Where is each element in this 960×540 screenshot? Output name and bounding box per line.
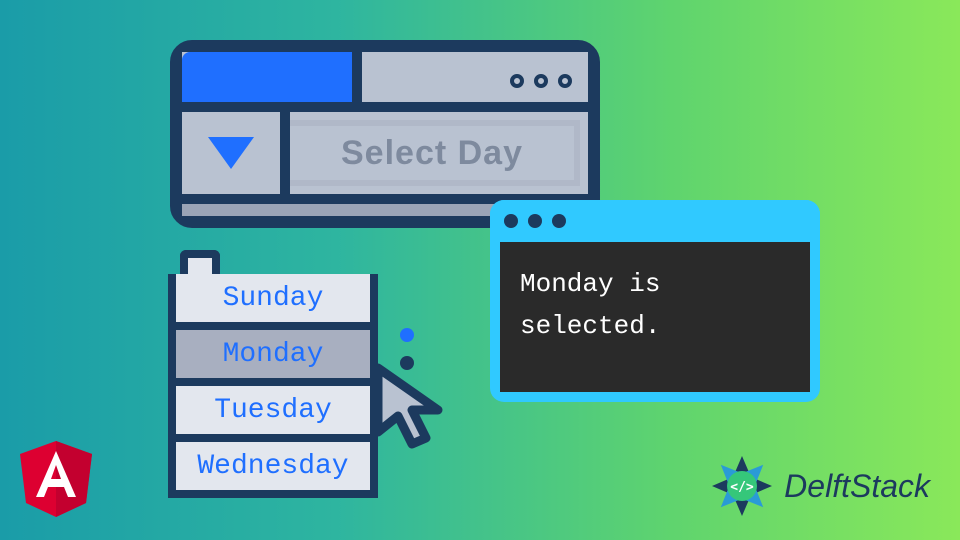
- dropdown-option-tuesday[interactable]: Tuesday: [168, 386, 378, 442]
- cursor-icon: [370, 360, 460, 465]
- dropdown-option-wednesday[interactable]: Wednesday: [168, 442, 378, 498]
- window-dot: [534, 74, 548, 88]
- window-dot: [510, 74, 524, 88]
- window-dot: [558, 74, 572, 88]
- terminal-dot: [528, 214, 542, 228]
- dropdown-notch: [180, 250, 220, 274]
- terminal-titlebar: [490, 200, 820, 242]
- terminal-dot: [552, 214, 566, 228]
- window-titlebar: [182, 52, 588, 112]
- dropdown-list: Sunday Monday Tuesday Wednesday: [168, 250, 378, 498]
- delftstack-badge-icon: </>: [710, 454, 774, 518]
- dropdown-option-sunday[interactable]: Sunday: [168, 274, 378, 330]
- select-row: Select Day: [182, 112, 588, 194]
- delftstack-text: DelftStack: [784, 468, 930, 505]
- window-controls: [510, 74, 572, 88]
- angular-logo-icon: [20, 441, 92, 522]
- dropdown-option-monday[interactable]: Monday: [168, 330, 378, 386]
- dropdown-trigger[interactable]: [182, 112, 290, 194]
- terminal-window: Monday is selected.: [490, 200, 820, 402]
- window-tab: [182, 52, 362, 102]
- chevron-down-icon: [204, 133, 258, 173]
- delftstack-logo: </> DelftStack: [710, 454, 930, 518]
- terminal-output: Monday is selected.: [500, 242, 810, 392]
- select-placeholder: Select Day: [290, 120, 580, 186]
- terminal-dot: [504, 214, 518, 228]
- dot-icon: [400, 328, 414, 342]
- svg-text:</>: </>: [730, 480, 754, 495]
